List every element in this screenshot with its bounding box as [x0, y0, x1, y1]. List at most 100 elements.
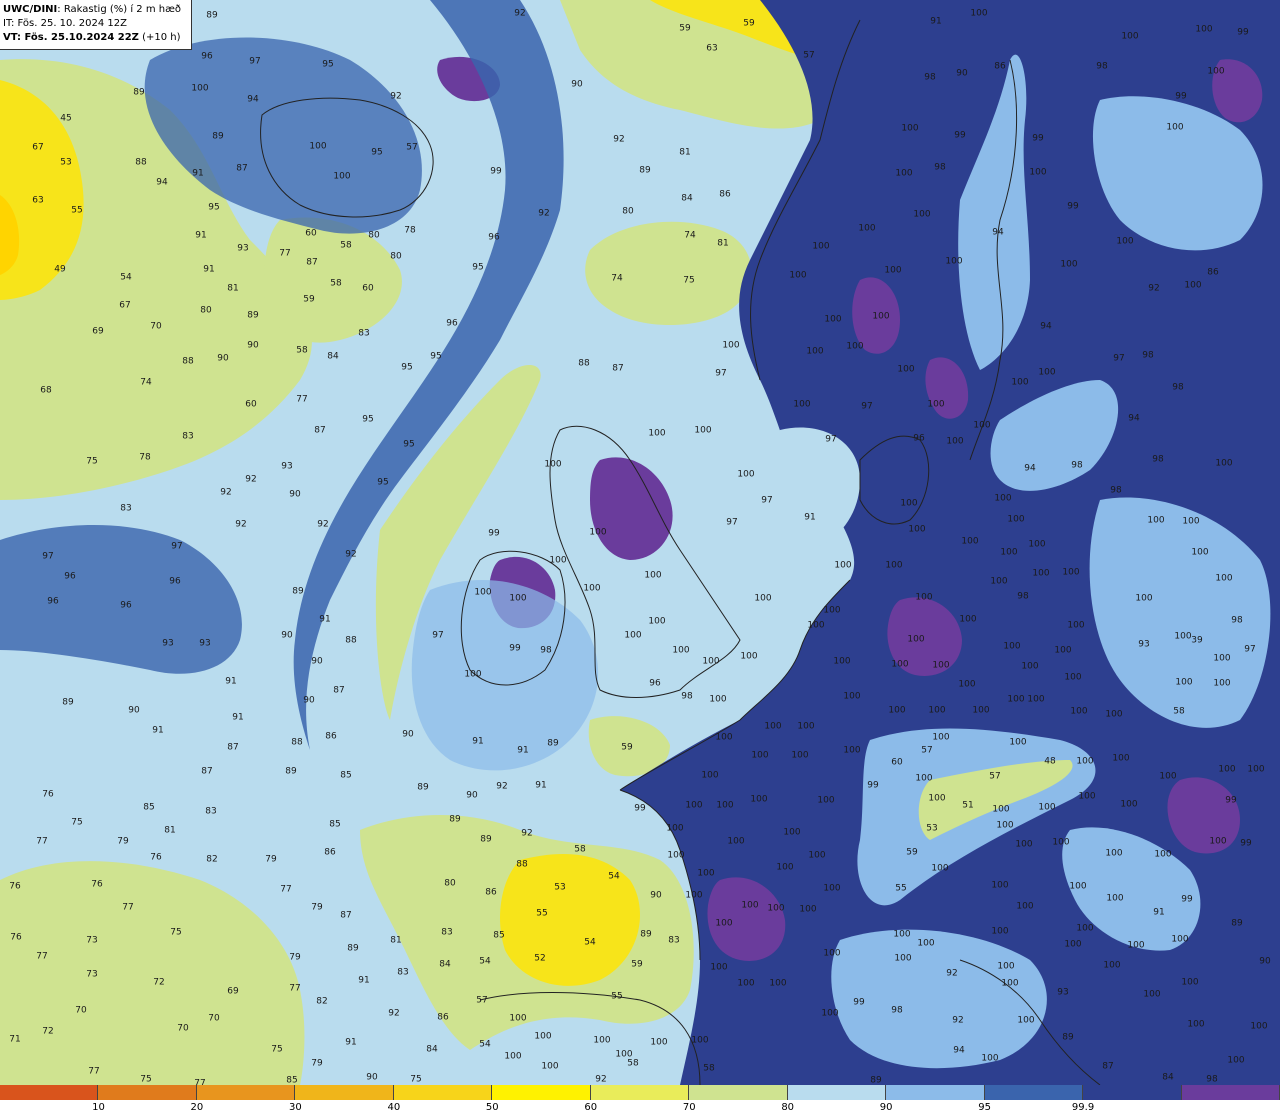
value-label: 100	[740, 651, 758, 662]
map-shading	[0, 0, 1280, 1085]
value-label: 100	[648, 616, 666, 627]
value-label: 92	[946, 968, 958, 979]
value-label: 100	[793, 399, 811, 410]
value-label: 91	[345, 1037, 357, 1048]
value-label: 90	[366, 1072, 378, 1083]
value-label: 100	[1015, 839, 1033, 850]
value-label: 94	[1040, 321, 1052, 332]
value-label: 90	[466, 790, 478, 801]
value-label: 89	[347, 943, 359, 954]
value-label: 100	[1143, 989, 1161, 1000]
value-label: 100	[589, 527, 607, 538]
value-label: 100	[1078, 791, 1096, 802]
legend-tick: 30	[289, 1102, 302, 1113]
value-label: 100	[823, 948, 841, 959]
value-label: 74	[140, 377, 152, 388]
legend-swatch	[492, 1085, 591, 1100]
legend-swatch	[98, 1085, 197, 1100]
humidity-map[interactable]: 89 92 59 59 91 100 99 96 97 95 63 57 100 100 89 100 94 92…	[0, 0, 1280, 1085]
value-label: 99	[1225, 795, 1237, 806]
value-label: 100	[751, 750, 769, 761]
value-label: 100	[1069, 881, 1087, 892]
value-label: 86	[485, 887, 497, 898]
value-label: 100	[928, 793, 946, 804]
value-label: 100	[549, 555, 567, 566]
value-label: 100	[694, 425, 712, 436]
value-label: 49	[54, 264, 66, 275]
value-label: 81	[679, 147, 691, 158]
value-label: 100	[897, 364, 915, 375]
value-label: 55	[895, 883, 907, 894]
value-label: 100	[973, 420, 991, 431]
title-line-field: UWC/DINI: Rakastig (%) í 2 m hæð	[3, 3, 191, 17]
value-label: 60	[245, 399, 257, 410]
value-label: 90	[281, 630, 293, 641]
value-label: 100	[1038, 367, 1056, 378]
value-label: 100	[534, 1031, 552, 1042]
value-label: 89	[285, 766, 297, 777]
value-label: 95	[208, 202, 220, 213]
value-label: 93	[1057, 987, 1069, 998]
value-label: 100	[1106, 893, 1124, 904]
value-label: 88	[345, 635, 357, 646]
value-label: 75	[410, 1074, 422, 1085]
value-label: 90	[311, 656, 323, 667]
value-label: 97	[1113, 353, 1125, 364]
value-label: 100	[893, 929, 911, 940]
value-label: 98	[924, 72, 936, 83]
value-label: 96	[64, 571, 76, 582]
value-label: 79	[117, 836, 129, 847]
value-label: 100	[789, 270, 807, 281]
value-label: 100	[509, 1013, 527, 1024]
value-label: 100	[895, 168, 913, 179]
legend-swatch	[886, 1085, 985, 1100]
value-label: 55	[71, 205, 83, 216]
value-label: 90	[650, 890, 662, 901]
value-label: 100	[932, 732, 950, 743]
value-label: 100	[464, 669, 482, 680]
value-label: 100	[583, 583, 601, 594]
value-label: 97	[432, 630, 444, 641]
value-label: 100	[1121, 31, 1139, 42]
value-label: 92	[220, 487, 232, 498]
value-label: 100	[767, 903, 785, 914]
value-label: 89	[1231, 918, 1243, 929]
value-label: 98	[1172, 382, 1184, 393]
value-label: 100	[1076, 923, 1094, 934]
value-label: 100	[1007, 694, 1025, 705]
value-label: 90	[402, 729, 414, 740]
value-label: 96	[47, 596, 59, 607]
value-label: 100	[945, 256, 963, 267]
value-label: 80	[368, 230, 380, 241]
value-label: 99	[853, 997, 865, 1008]
value-label: 100	[808, 850, 826, 861]
value-label: 83	[397, 967, 409, 978]
value-label: 100	[1116, 236, 1134, 247]
legend-tick: 99.9	[1071, 1102, 1095, 1113]
value-label: 100	[958, 679, 976, 690]
value-label: 89	[417, 782, 429, 793]
value-label: 100	[932, 660, 950, 671]
value-label: 100	[823, 883, 841, 894]
value-label: 86	[1207, 267, 1219, 278]
legend-tick: 90	[879, 1102, 893, 1113]
value-label: 100	[1070, 706, 1088, 717]
value-label: 75	[271, 1044, 283, 1055]
value-label: 89	[547, 738, 559, 749]
value-label: 100	[741, 900, 759, 911]
value-label: 100	[843, 745, 861, 756]
value-label: 91	[804, 512, 816, 523]
value-label: 100	[715, 732, 733, 743]
value-label: 99	[509, 643, 521, 654]
value-label: 95	[430, 351, 442, 362]
value-label: 100	[791, 750, 809, 761]
value-label: 100	[913, 209, 931, 220]
legend-swatch	[196, 1085, 296, 1100]
value-label: 77	[88, 1066, 100, 1077]
value-label: 100	[776, 862, 794, 873]
value-label: 60	[305, 228, 317, 239]
value-label: 98	[1017, 591, 1029, 602]
value-label: 100	[769, 978, 787, 989]
value-label: 58	[296, 345, 308, 356]
value-label: 99	[1175, 91, 1187, 102]
